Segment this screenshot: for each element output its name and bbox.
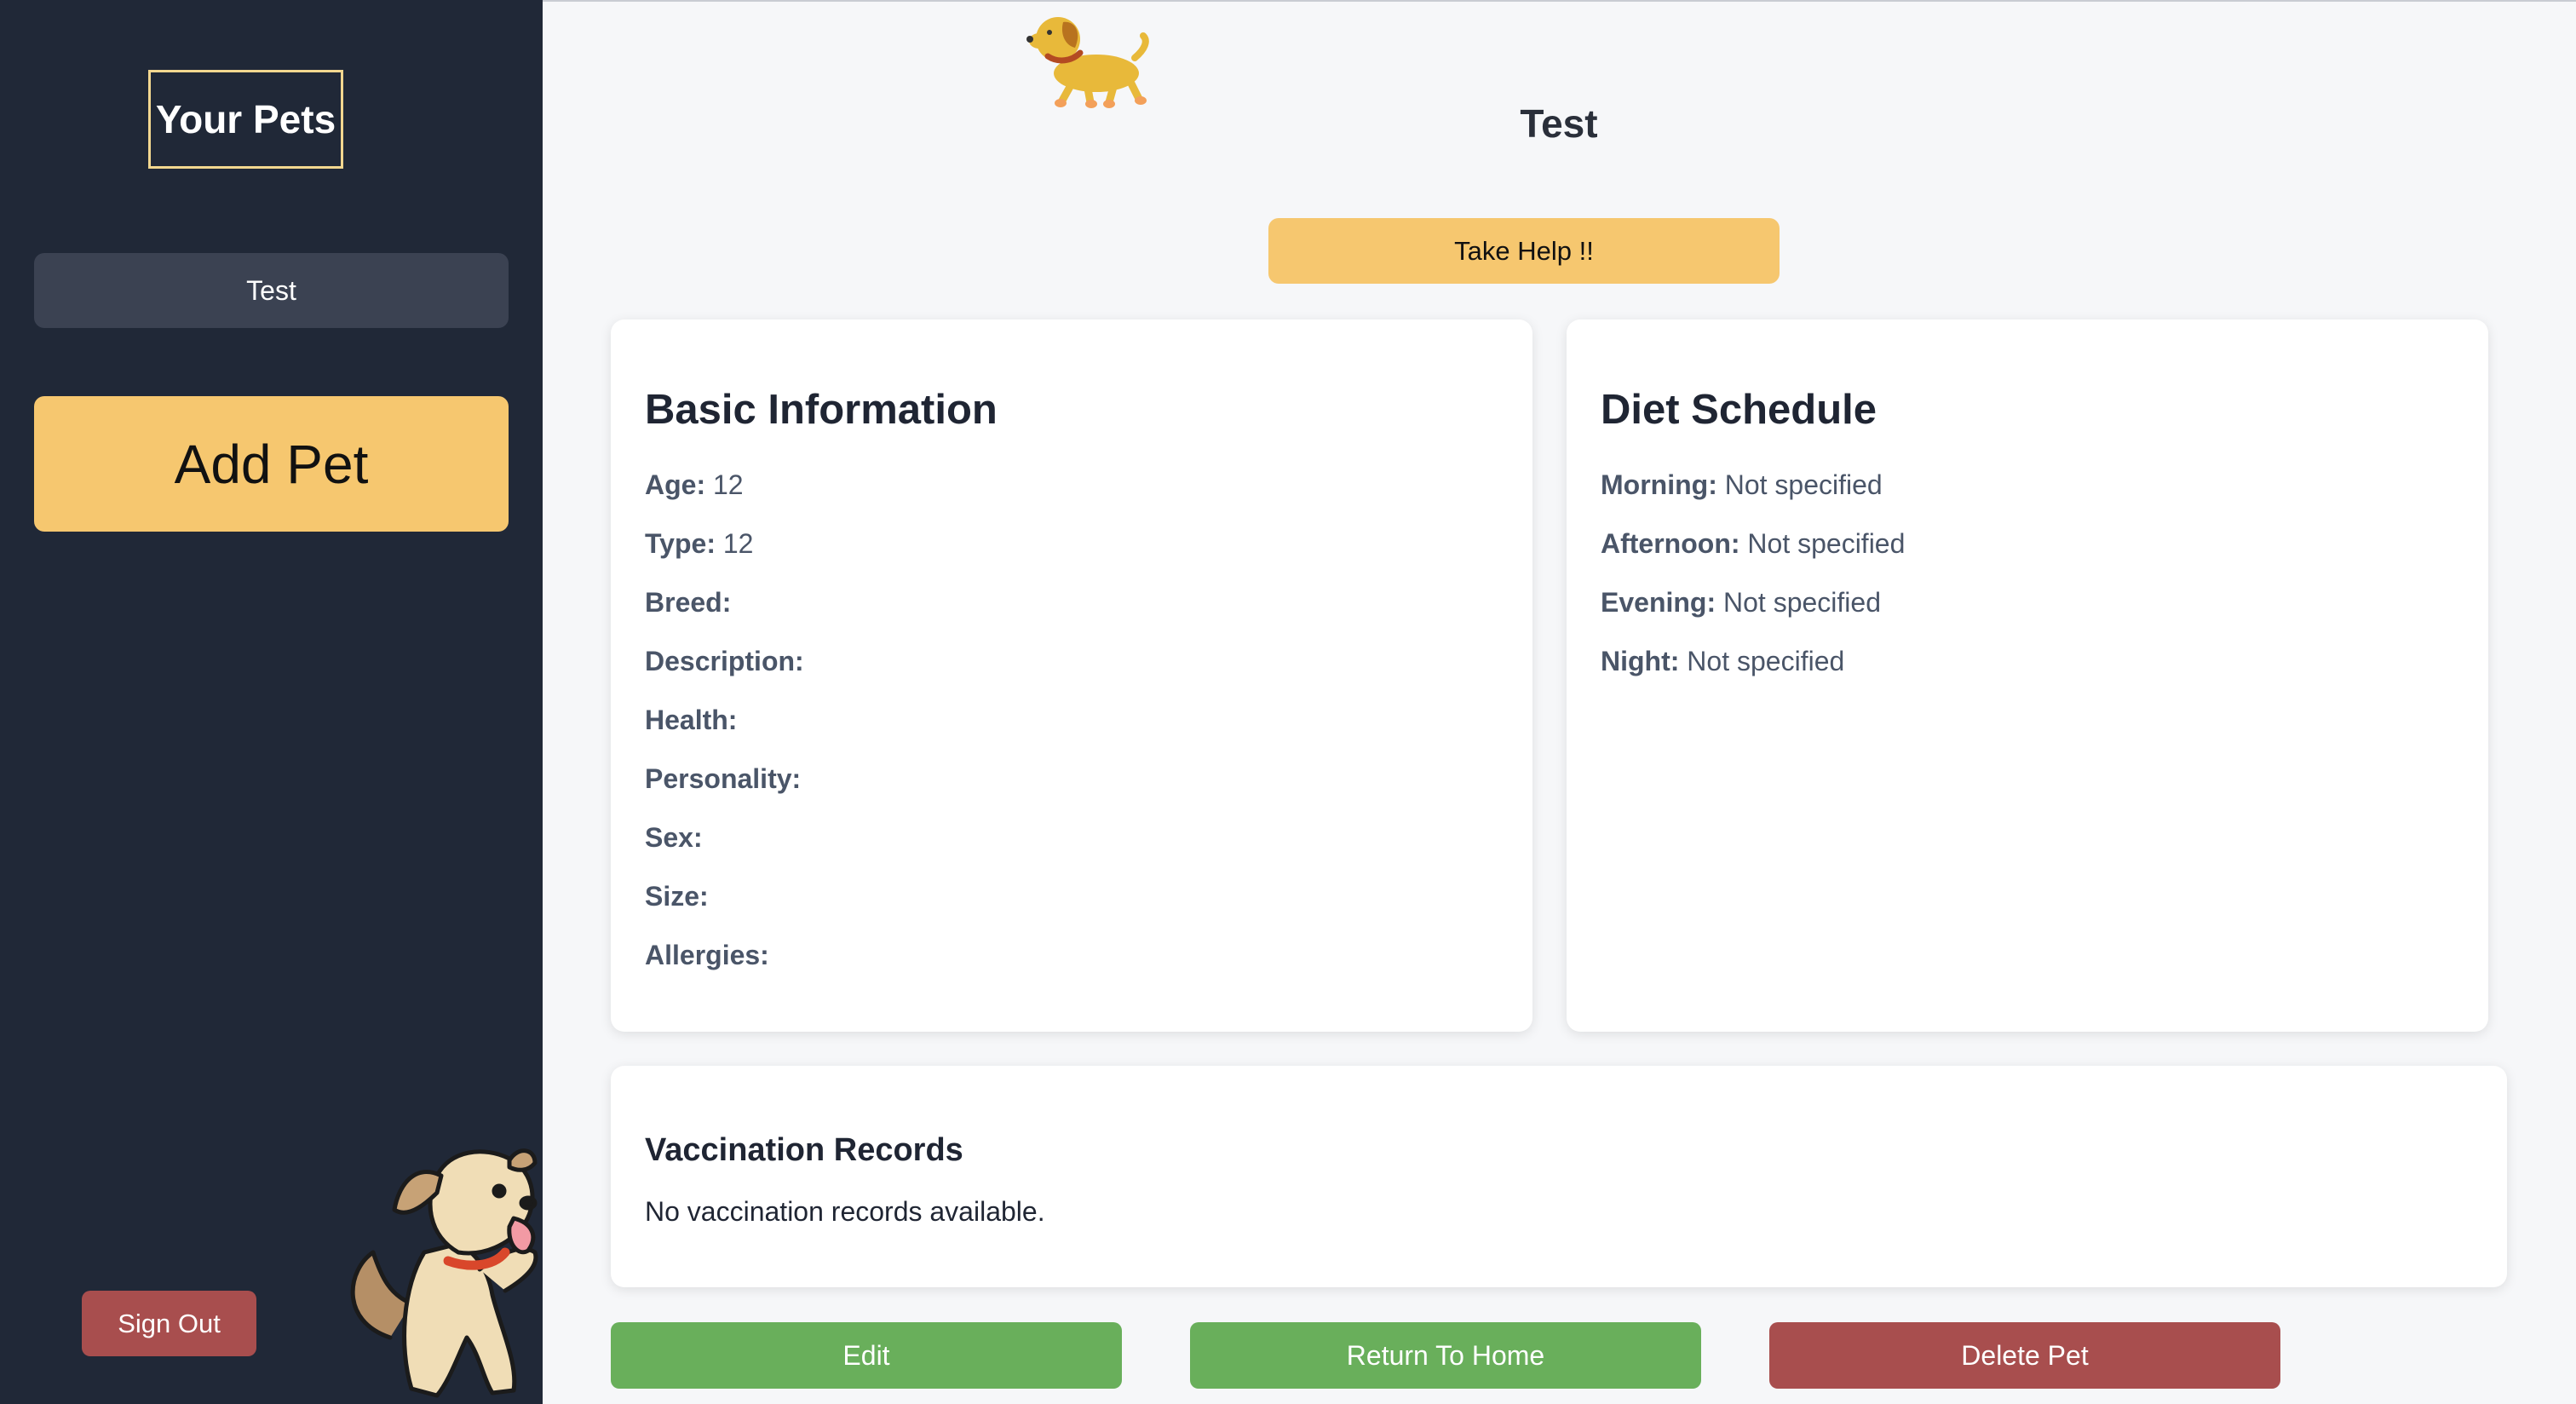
basic-information-heading: Basic Information [645,387,998,433]
diet-schedule-card: Diet Schedule Morning: Not specified Aft… [1567,319,2488,1032]
basic-information-card: Basic Information Age: 12 Type: 12 Breed… [611,319,1532,1032]
field-personality: Personality: [645,763,802,794]
basic-information-list: Age: 12 Type: 12 Breed: Description: Hea… [645,469,804,998]
field-night: Night: Not specified [1601,646,1845,676]
field-breed: Breed: [645,587,732,618]
sitting-dog-icon [350,1148,538,1398]
vaccination-empty-text: No vaccination records available. [645,1196,1045,1227]
walking-dog-icon [1026,17,1149,108]
take-help-button[interactable]: Take Help !! [1268,218,1780,284]
delete-pet-button[interactable]: Delete Pet [1769,1322,2280,1389]
field-type: Type: 12 [645,528,754,559]
sidebar: Your Pets Test Add Pet Sign Out [0,0,543,1404]
add-pet-button[interactable]: Add Pet [34,396,509,532]
field-morning: Morning: Not specified [1601,469,1883,500]
edit-button[interactable]: Edit [611,1322,1122,1389]
field-evening: Evening: Not specified [1601,587,1881,618]
sidebar-item-pet[interactable]: Test [34,253,509,328]
field-age: Age: 12 [645,469,744,500]
field-description: Description: [645,646,804,676]
sign-out-button[interactable]: Sign Out [82,1291,256,1356]
field-health: Health: [645,705,738,735]
diet-schedule-list: Morning: Not specified Afternoon: Not sp… [1601,469,1905,705]
sidebar-title: Your Pets [148,70,343,169]
field-afternoon: Afternoon: Not specified [1601,528,1906,559]
field-size: Size: [645,881,709,912]
field-sex: Sex: [645,822,703,853]
vaccination-records-card: Vaccination Records No vaccination recor… [611,1066,2507,1287]
return-home-button[interactable]: Return To Home [1190,1322,1701,1389]
vaccination-records-heading: Vaccination Records [645,1132,963,1168]
diet-schedule-heading: Diet Schedule [1601,387,1877,433]
field-allergies: Allergies: [645,940,769,970]
pet-name-title: Test [1520,101,1598,146]
